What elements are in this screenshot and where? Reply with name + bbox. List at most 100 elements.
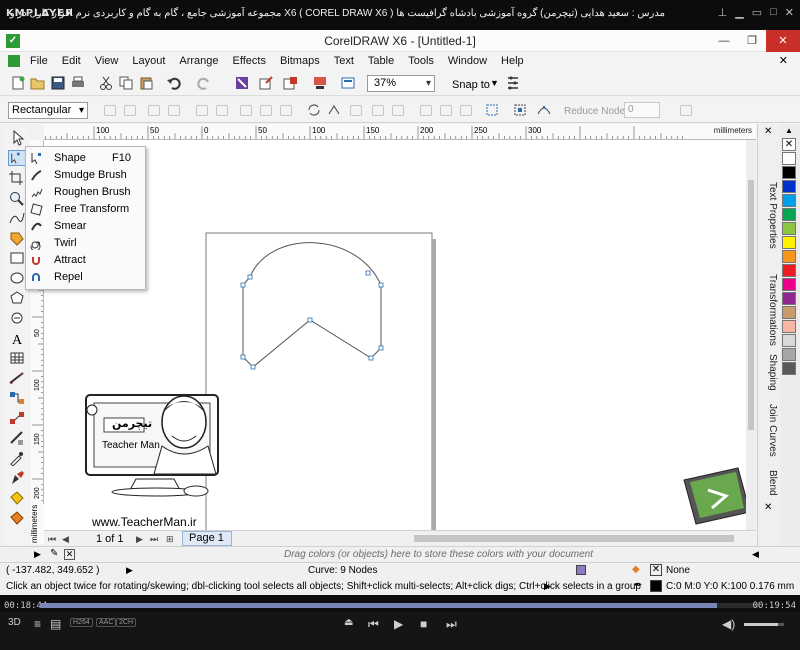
- curve-node[interactable]: [368, 355, 374, 361]
- docker-tab-text-properties[interactable]: Text Properties: [760, 182, 778, 249]
- flyout-item-twirl[interactable]: Twirl: [26, 235, 145, 252]
- volume-icon[interactable]: ◀): [722, 617, 735, 631]
- elastic-mode-icon[interactable]: [484, 102, 500, 118]
- join-nodes-icon[interactable]: [148, 105, 160, 116]
- curve-node[interactable]: [307, 317, 313, 323]
- menu-edit[interactable]: Edit: [62, 55, 81, 67]
- playlist-icon[interactable]: ▤: [50, 617, 61, 631]
- add-node-icon[interactable]: [104, 105, 116, 116]
- palette-arrow-icon[interactable]: ◀: [752, 549, 759, 560]
- hint-arrow-icon[interactable]: ▶: [544, 581, 551, 592]
- menu-text[interactable]: Text: [334, 55, 354, 67]
- palette-swatch[interactable]: [782, 152, 796, 165]
- crop-tool-icon[interactable]: [8, 170, 26, 186]
- undo-icon[interactable]: [166, 75, 182, 91]
- eyedropper-icon[interactable]: ✎: [50, 548, 58, 559]
- new-document-icon[interactable]: [10, 75, 26, 91]
- export-icon[interactable]: [258, 75, 274, 91]
- curve-node[interactable]: [250, 364, 256, 370]
- outline-pen-icon[interactable]: ✒: [634, 580, 642, 591]
- palette-swatch[interactable]: [782, 208, 796, 221]
- document-palette[interactable]: ▶ ✎ ✕ Drag colors (or objects) here to s…: [0, 546, 800, 562]
- docker-tab-shaping[interactable]: Shaping: [760, 354, 778, 391]
- next-page-icon[interactable]: ▶: [136, 534, 143, 545]
- stop-icon[interactable]: ■: [420, 617, 427, 631]
- eject-icon[interactable]: ⏏: [344, 617, 353, 628]
- print-icon[interactable]: [70, 75, 86, 91]
- last-page-icon[interactable]: ⏭: [150, 534, 158, 545]
- snap-to-button[interactable]: Snap to: [452, 79, 490, 91]
- options-icon[interactable]: [505, 75, 521, 91]
- palette-swatch[interactable]: [782, 362, 796, 375]
- color-proofing-icon[interactable]: [576, 565, 586, 575]
- cut-icon[interactable]: [98, 75, 114, 91]
- flyout-item-smudge-brush[interactable]: Smudge Brush: [26, 167, 145, 184]
- horizontal-scroll-thumb[interactable]: [414, 535, 734, 542]
- polygon-tool-icon[interactable]: [8, 290, 26, 306]
- menu-icon[interactable]: ≡: [34, 617, 41, 631]
- reverse-direction-icon[interactable]: [306, 102, 322, 118]
- outline-pen-tool-icon[interactable]: [8, 470, 26, 486]
- restore-button[interactable]: ❐: [738, 30, 766, 52]
- align-nodes-icon[interactable]: [420, 105, 432, 116]
- palette-swatch[interactable]: [782, 194, 796, 207]
- menu-bitmaps[interactable]: Bitmaps: [280, 55, 320, 67]
- menu-table[interactable]: Table: [368, 55, 394, 67]
- volume-slider[interactable]: [744, 623, 784, 626]
- to-curve-icon[interactable]: [216, 105, 228, 116]
- cusp-node-icon[interactable]: [240, 105, 252, 116]
- close-button[interactable]: ✕: [766, 30, 800, 52]
- connector-tool-icon[interactable]: [8, 390, 26, 406]
- color-eyedropper-tool-icon[interactable]: [8, 450, 26, 466]
- flyout-item-roughen-brush[interactable]: Roughen Brush: [26, 184, 145, 201]
- palette-swatch[interactable]: [782, 264, 796, 277]
- next-icon[interactable]: ⏭: [446, 617, 457, 632]
- shape-tool-icon[interactable]: [8, 150, 26, 166]
- previous-page-icon[interactable]: ◀: [62, 534, 69, 545]
- blend-tool-icon[interactable]: [8, 410, 26, 426]
- no-fill-swatch[interactable]: ✕: [64, 549, 75, 560]
- reduce-nodes-input[interactable]: 0: [624, 102, 660, 118]
- palette-swatch[interactable]: [782, 278, 796, 291]
- palette-swatch[interactable]: [782, 306, 796, 319]
- flyout-item-free-transform[interactable]: Free Transform: [26, 201, 145, 218]
- seek-bar[interactable]: [40, 603, 760, 608]
- close-icon[interactable]: ✕: [785, 6, 794, 19]
- maximize-icon[interactable]: □: [770, 6, 777, 19]
- extend-curve-icon[interactable]: [326, 102, 342, 118]
- palette-swatch[interactable]: [782, 320, 796, 333]
- ellipse-tool-icon[interactable]: [8, 270, 26, 286]
- curve-node[interactable]: [240, 282, 246, 288]
- palette-swatch[interactable]: [782, 236, 796, 249]
- page-tab-1[interactable]: Page 1: [182, 531, 232, 546]
- menu-tools[interactable]: Tools: [408, 55, 434, 67]
- curve-node[interactable]: [240, 354, 246, 360]
- reduce-nodes-icon[interactable]: [536, 102, 552, 118]
- menu-layout[interactable]: Layout: [132, 55, 165, 67]
- text-tool-icon[interactable]: A: [8, 330, 26, 346]
- delete-node-icon[interactable]: [124, 105, 136, 116]
- fill-none-swatch[interactable]: ✕: [650, 564, 662, 576]
- import-icon[interactable]: [234, 75, 250, 91]
- pin-icon[interactable]: ⊥: [718, 6, 728, 19]
- curve-node[interactable]: [247, 274, 253, 280]
- restore-icon[interactable]: ▭: [752, 6, 762, 19]
- parallel-dimension-tool-icon[interactable]: [8, 370, 26, 386]
- extract-subpath-icon[interactable]: [350, 105, 362, 116]
- smart-fill-tool-icon[interactable]: [8, 230, 26, 246]
- palette-scroll-up-icon[interactable]: ▲: [785, 126, 793, 135]
- break-curve-icon[interactable]: [168, 105, 180, 116]
- save-icon[interactable]: [50, 75, 66, 91]
- flyout-item-attract[interactable]: Attract: [26, 252, 145, 269]
- flyout-item-smear[interactable]: Smear: [26, 218, 145, 235]
- menu-help[interactable]: Help: [501, 55, 524, 67]
- paste-icon[interactable]: [138, 75, 154, 91]
- docker-tab-blend[interactable]: Blend: [760, 470, 778, 496]
- reflect-horizontal-icon[interactable]: [440, 105, 452, 116]
- selection-mode-select[interactable]: Rectangular: [8, 102, 88, 119]
- menu-window[interactable]: Window: [448, 55, 487, 67]
- palette-swatch[interactable]: [782, 250, 796, 263]
- select-all-nodes-icon[interactable]: [512, 102, 528, 118]
- docker-tab-join-curves[interactable]: Join Curves: [760, 404, 778, 457]
- curve-smoothness-icon[interactable]: [680, 105, 692, 116]
